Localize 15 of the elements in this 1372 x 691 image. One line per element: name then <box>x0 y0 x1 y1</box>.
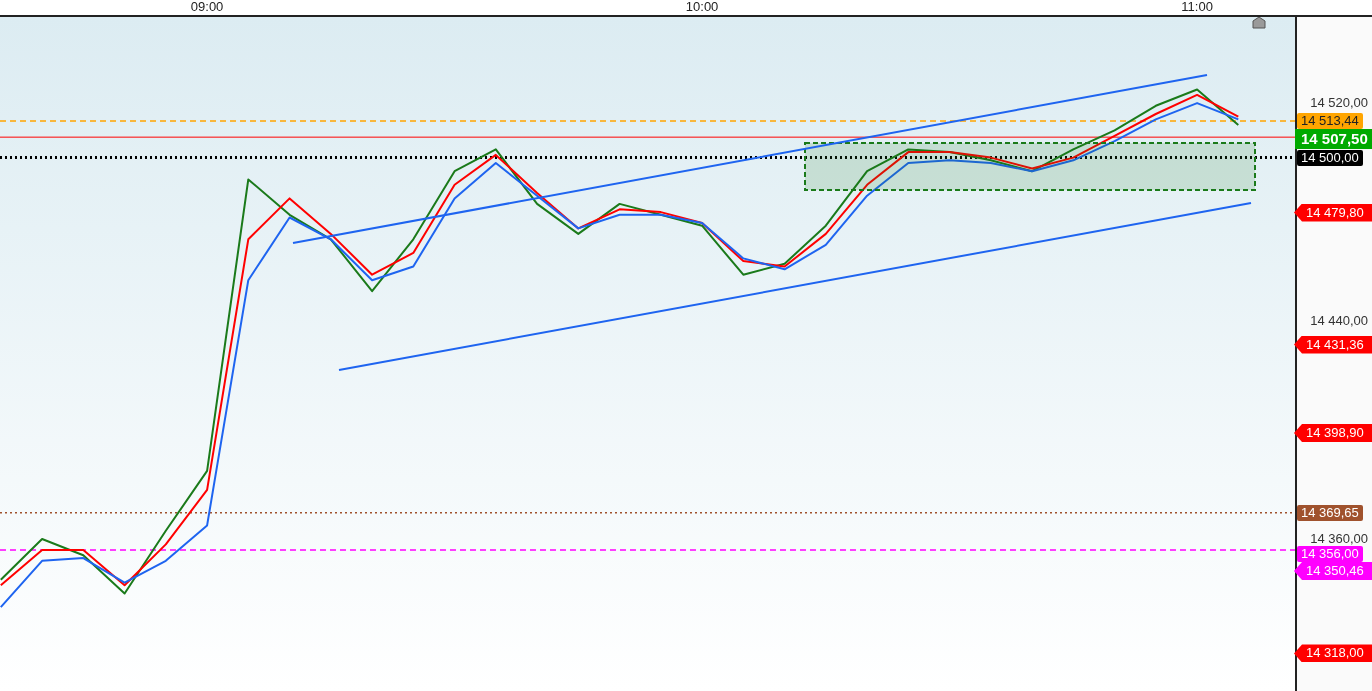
price-level-label: 14 369,65 <box>1297 504 1363 521</box>
time-axis-label: 11:00 <box>1181 0 1213 14</box>
time-axis-label: 10:00 <box>685 0 719 14</box>
price-marker-label: 14 318,00 <box>1294 644 1372 663</box>
price-axis-label: 14 520,00 <box>1310 96 1368 111</box>
price-level-label: 14 500,00 <box>1297 149 1363 166</box>
price-level-label: 14 356,00 <box>1297 545 1363 562</box>
price-marker-label: 14 479,80 <box>1294 203 1372 222</box>
price-axis-label: 14 440,00 <box>1310 314 1368 329</box>
time-axis-label: 09:00 <box>190 0 224 14</box>
price-axis-label: 14 360,00 <box>1310 531 1368 546</box>
current-price-label: 14 507,50 <box>1295 128 1372 149</box>
price-marker-label: 14 398,90 <box>1294 424 1372 442</box>
price-marker-label: 14 431,36 <box>1294 335 1372 354</box>
price-level-label: 14 513,44 <box>1297 112 1363 129</box>
